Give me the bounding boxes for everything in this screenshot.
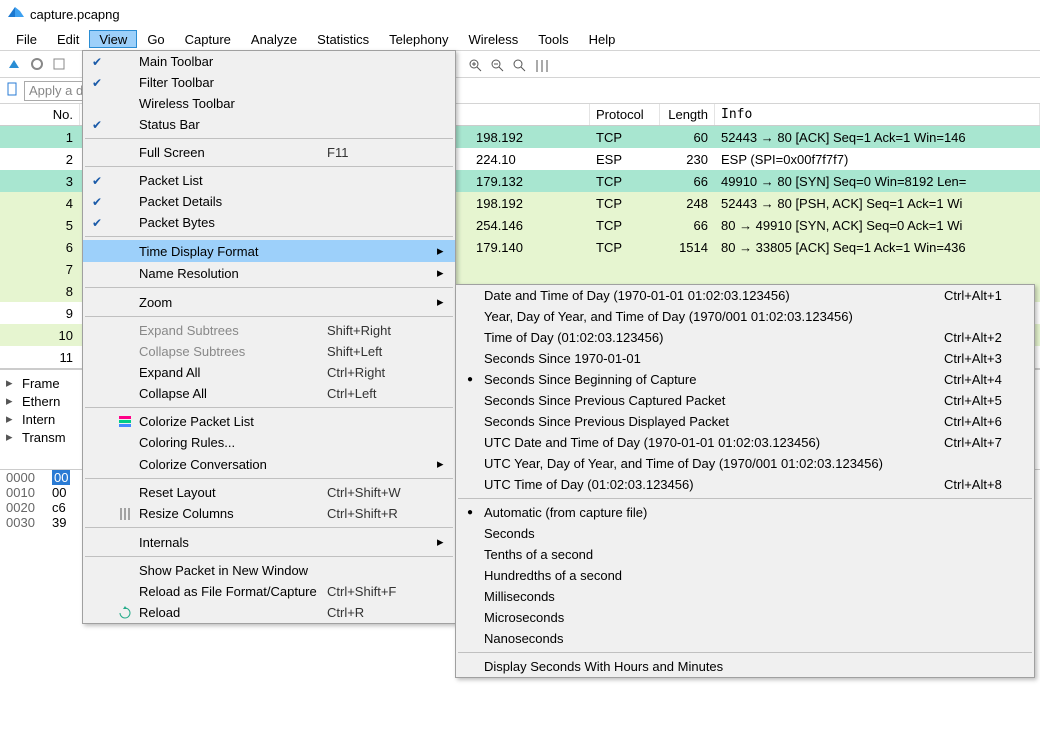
app-icon xyxy=(8,5,24,24)
zoom-reset-icon[interactable] xyxy=(512,58,528,77)
menu-item[interactable]: Time of Day (01:02:03.123456)Ctrl+Alt+2 xyxy=(456,327,1034,348)
menu-item[interactable]: UTC Year, Day of Year, and Time of Day (… xyxy=(456,453,1034,474)
menu-help[interactable]: Help xyxy=(579,30,626,48)
menu-item[interactable]: Year, Day of Year, and Time of Day (1970… xyxy=(456,306,1034,327)
zoom-in-icon[interactable] xyxy=(468,58,484,77)
menu-item[interactable]: Expand AllCtrl+Right xyxy=(83,362,455,383)
toolbar-icon[interactable] xyxy=(6,55,24,73)
chevron-right-icon: ▸ xyxy=(437,265,455,281)
menu-item[interactable]: Collapse AllCtrl+Left xyxy=(83,383,455,404)
check-icon: ✔ xyxy=(83,118,111,132)
menu-item[interactable]: Full ScreenF11 xyxy=(83,142,455,163)
col-info[interactable]: Info xyxy=(715,104,1040,125)
titlebar: capture.pcapng xyxy=(0,0,1040,28)
menu-tools[interactable]: Tools xyxy=(528,30,578,48)
chevron-right-icon: ▸ xyxy=(437,534,455,550)
menu-item[interactable]: ●Seconds Since Beginning of CaptureCtrl+… xyxy=(456,369,1034,390)
resize-icon xyxy=(111,507,139,521)
menu-item[interactable]: ✔Packet List xyxy=(83,170,455,191)
menu-item: Collapse SubtreesShift+Left xyxy=(83,341,455,362)
window-title: capture.pcapng xyxy=(30,7,120,22)
menu-telephony[interactable]: Telephony xyxy=(379,30,458,48)
menu-statistics[interactable]: Statistics xyxy=(307,30,379,48)
menu-item[interactable]: Milliseconds xyxy=(456,586,1034,607)
toolbar-icon[interactable] xyxy=(50,55,68,73)
reload-icon xyxy=(111,606,139,620)
chevron-right-icon: ▸ xyxy=(6,393,18,409)
menu-item[interactable]: Reset LayoutCtrl+Shift+W xyxy=(83,482,455,503)
menu-item[interactable]: ✔Main Toolbar xyxy=(83,51,455,72)
menu-edit[interactable]: Edit xyxy=(47,30,89,48)
col-protocol[interactable]: Protocol xyxy=(590,104,660,125)
menu-item[interactable]: Display Seconds With Hours and Minutes xyxy=(456,656,1034,677)
menu-item[interactable]: ✔Status Bar xyxy=(83,114,455,135)
check-icon: ✔ xyxy=(83,174,111,188)
menu-analyze[interactable]: Analyze xyxy=(241,30,307,48)
time-display-format-submenu: Date and Time of Day (1970-01-01 01:02:0… xyxy=(455,284,1035,678)
menu-item[interactable]: Seconds Since Previous Captured PacketCt… xyxy=(456,390,1034,411)
menu-item[interactable]: Name Resolution▸ xyxy=(83,262,455,284)
menu-item[interactable]: Seconds Since Previous Displayed PacketC… xyxy=(456,411,1034,432)
menu-item[interactable]: Microseconds xyxy=(456,607,1034,628)
filter-bookmark-icon[interactable] xyxy=(6,82,20,99)
menu-item[interactable]: ●Automatic (from capture file) xyxy=(456,502,1034,523)
colorize-icon xyxy=(111,415,139,429)
zoom-out-icon[interactable] xyxy=(490,58,506,77)
menu-item[interactable]: Tenths of a second xyxy=(456,544,1034,565)
menu-item[interactable]: Resize ColumnsCtrl+Shift+R xyxy=(83,503,455,524)
view-menu-dropdown: ✔Main Toolbar✔Filter ToolbarWireless Too… xyxy=(82,50,456,624)
menubar: FileEditViewGoCaptureAnalyzeStatisticsTe… xyxy=(0,28,1040,50)
menu-item[interactable]: Nanoseconds xyxy=(456,628,1034,649)
check-icon: ✔ xyxy=(83,195,111,209)
chevron-right-icon: ▸ xyxy=(6,429,18,445)
menu-item[interactable]: ✔Packet Bytes xyxy=(83,212,455,233)
menu-item[interactable]: UTC Date and Time of Day (1970-01-01 01:… xyxy=(456,432,1034,453)
menu-item[interactable]: ReloadCtrl+R xyxy=(83,602,455,623)
menu-item[interactable]: Seconds Since 1970-01-01Ctrl+Alt+3 xyxy=(456,348,1034,369)
bullet-icon: ● xyxy=(456,374,484,385)
resize-columns-icon[interactable] xyxy=(534,58,550,77)
chevron-right-icon: ▸ xyxy=(6,375,18,391)
menu-wireless[interactable]: Wireless xyxy=(458,30,528,48)
check-icon: ✔ xyxy=(83,55,111,69)
menu-item[interactable]: Wireless Toolbar xyxy=(83,93,455,114)
menu-item[interactable]: ✔Filter Toolbar xyxy=(83,72,455,93)
col-no[interactable]: No. xyxy=(0,104,80,125)
menu-item: Expand SubtreesShift+Right xyxy=(83,320,455,341)
menu-item[interactable]: UTC Time of Day (01:02:03.123456)Ctrl+Al… xyxy=(456,474,1034,495)
bullet-icon: ● xyxy=(456,507,484,518)
menu-item[interactable]: ✔Packet Details xyxy=(83,191,455,212)
col-length[interactable]: Length xyxy=(660,104,715,125)
chevron-right-icon: ▸ xyxy=(437,243,455,259)
menu-go[interactable]: Go xyxy=(137,30,174,48)
check-icon: ✔ xyxy=(83,216,111,230)
menu-file[interactable]: File xyxy=(6,30,47,48)
chevron-right-icon: ▸ xyxy=(6,411,18,427)
menu-item[interactable]: Reload as File Format/CaptureCtrl+Shift+… xyxy=(83,581,455,602)
menu-item[interactable]: Colorize Packet List xyxy=(83,411,455,432)
menu-view[interactable]: View xyxy=(89,30,137,48)
menu-capture[interactable]: Capture xyxy=(175,30,241,48)
menu-item[interactable]: Seconds xyxy=(456,523,1034,544)
menu-item[interactable]: Colorize Conversation▸ xyxy=(83,453,455,475)
menu-item[interactable]: Coloring Rules... xyxy=(83,432,455,453)
check-icon: ✔ xyxy=(83,76,111,90)
chevron-right-icon: ▸ xyxy=(437,456,455,472)
menu-item[interactable]: Time Display Format▸ xyxy=(83,240,455,262)
menu-item[interactable]: Date and Time of Day (1970-01-01 01:02:0… xyxy=(456,285,1034,306)
menu-item[interactable]: Show Packet in New Window xyxy=(83,560,455,581)
menu-item[interactable]: Hundredths of a second xyxy=(456,565,1034,586)
toolbar-icon[interactable] xyxy=(28,55,46,73)
menu-item[interactable]: Internals▸ xyxy=(83,531,455,553)
chevron-right-icon: ▸ xyxy=(437,294,455,310)
menu-item[interactable]: Zoom▸ xyxy=(83,291,455,313)
